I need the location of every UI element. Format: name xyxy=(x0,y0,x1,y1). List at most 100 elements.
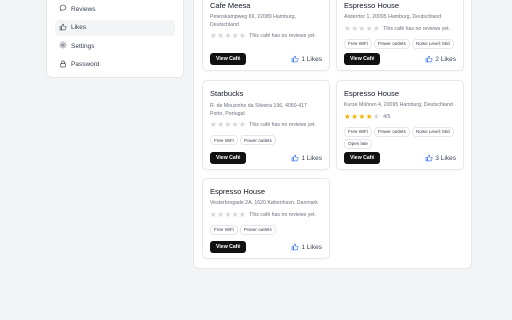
cafe-card: Espresso House Kurze Mühren 4, 20095 Ham… xyxy=(336,80,464,170)
star-icon: ★ xyxy=(365,23,373,33)
like-button[interactable]: 1 Likes xyxy=(291,154,322,162)
star-icon: ★ xyxy=(224,209,232,219)
view-cafe-button[interactable]: View Café xyxy=(344,152,381,164)
sidebar-item-label: Password xyxy=(71,61,100,68)
like-button[interactable]: 3 Likes xyxy=(425,154,456,162)
star-icon: ★ xyxy=(358,23,366,33)
star-icon: ★ xyxy=(372,23,380,33)
rating-row: ★ ★ ★ ★ ★ This café has no reviews yet. xyxy=(210,211,322,219)
rating-text: 4/5 xyxy=(383,113,391,120)
sidebar-item-reviews[interactable]: Reviews xyxy=(55,1,175,17)
thumbs-up-icon xyxy=(292,243,299,251)
rating-text: This café has no reviews yet. xyxy=(249,33,317,40)
cafe-address: Alsterrtor 1, 20095 Hamburg, Deutschland xyxy=(344,14,442,20)
likes-count: 1 Likes xyxy=(301,154,322,162)
thumbs-up-icon xyxy=(292,154,299,162)
star-icon: ★ xyxy=(217,209,224,219)
view-cafe-button[interactable]: View Café xyxy=(210,152,247,164)
cafe-card: Espresso House Alsterrtor 1, 20095 Hambu… xyxy=(336,0,464,71)
star-icon: ★ xyxy=(210,31,217,41)
star-icon: ★ xyxy=(351,23,358,33)
likes-count: 1 Likes xyxy=(301,55,322,63)
star-icon: ★ xyxy=(358,111,366,121)
star-icon: ★ xyxy=(231,31,239,41)
rating-row: ★ ★ ★ ★ ★ This café has no reviews yet. xyxy=(210,32,322,40)
star-icon: ★ xyxy=(344,23,351,33)
rating-row: ★ ★ ★ ★ ★ 4/5 xyxy=(344,113,456,121)
star-icon: ★ xyxy=(231,209,239,219)
tag: Open late xyxy=(344,138,372,149)
view-cafe-button[interactable]: View Café xyxy=(210,53,247,65)
likes-count: 1 Likes xyxy=(301,243,322,251)
sidebar-item-password[interactable]: Password xyxy=(55,57,175,73)
star-icon: ★ xyxy=(344,111,351,121)
cafe-name: Espresso House xyxy=(344,1,400,10)
tag: Noise Level: Mid xyxy=(411,38,454,49)
likes-count: 3 Likes xyxy=(435,154,456,162)
rating-text: This café has no reviews yet. xyxy=(383,25,451,32)
star-icon: ★ xyxy=(365,111,373,121)
tag: Free WiFi xyxy=(344,38,372,49)
account-sidebar: Reviews Likes Settings Password xyxy=(46,0,184,78)
tag: Free WiFi xyxy=(210,135,238,146)
cafe-card: Cafe Meesa Peterskampweg 69, 22089 Hambu… xyxy=(202,0,330,71)
sidebar-item-label: Reviews xyxy=(71,5,96,13)
card-footer: View Café 3 Likes xyxy=(344,152,456,164)
card-footer: View Café 1 Likes xyxy=(210,152,322,164)
star-icon: ★ xyxy=(238,209,246,219)
tag: Power outlets xyxy=(373,38,410,49)
like-button[interactable]: 2 Likes xyxy=(425,55,456,63)
star-icon: ★ xyxy=(372,111,380,121)
thumbs-up-icon xyxy=(292,55,299,63)
likes-count: 2 Likes xyxy=(435,55,456,63)
lock-icon xyxy=(59,60,71,70)
cafe-address: Peterskampweg 69, 22089 Hamburg, Deutsch… xyxy=(210,14,296,28)
tag-list: Free WiFi Power outlets Noise Level: Mid xyxy=(344,38,456,49)
star-icon: ★ xyxy=(238,31,246,41)
tag: Noise Level: Mid xyxy=(411,126,454,137)
view-cafe-button[interactable]: View Café xyxy=(344,53,381,65)
cafe-card: Starbucks R. de Mouzinho da Silveira 196… xyxy=(202,80,330,170)
rating-row: ★ ★ ★ ★ ★ This café has no reviews yet. xyxy=(344,25,456,33)
view-cafe-button[interactable]: View Café xyxy=(210,241,247,253)
tag: Free WiFi xyxy=(210,224,238,235)
star-icon: ★ xyxy=(217,31,224,41)
chat-bubble-icon xyxy=(59,4,71,14)
gear-icon xyxy=(59,41,71,51)
rating-text: This café has no reviews yet. xyxy=(249,122,317,129)
star-icon: ★ xyxy=(217,120,224,130)
star-icon: ★ xyxy=(351,111,358,121)
tag: Free WiFi xyxy=(344,126,372,137)
cafe-address: Vesterbrogade 2A, 1620 København, Danmar… xyxy=(210,200,318,206)
like-button[interactable]: 1 Likes xyxy=(291,55,322,63)
sidebar-item-likes[interactable]: Likes xyxy=(55,19,175,36)
tag: Power outlets xyxy=(373,126,410,137)
like-button[interactable]: 1 Likes xyxy=(291,243,322,251)
sidebar-item-label: Likes xyxy=(71,24,87,31)
star-icon: ★ xyxy=(210,209,217,219)
cafe-name: Espresso House xyxy=(210,187,266,196)
tag-list: Free WiFi Power outlets xyxy=(210,224,322,235)
cafe-name: Starbucks xyxy=(210,89,244,98)
card-footer: View Café 2 Likes xyxy=(344,53,456,65)
cafe-card: Espresso House Vesterbrogade 2A, 1620 Kø… xyxy=(202,178,330,259)
rating-row: ★ ★ ★ ★ ★ This café has no reviews yet. xyxy=(210,121,322,129)
tag-list: Free WiFi Power outlets Noise Level: Mid… xyxy=(344,126,456,149)
thumbs-up-icon xyxy=(426,55,433,63)
tag-list: Free WiFi Power outlets xyxy=(210,135,322,146)
cafe-name: Cafe Meesa xyxy=(210,1,251,10)
rating-text: This café has no reviews yet. xyxy=(249,211,317,218)
card-footer: View Café 1 Likes xyxy=(210,241,322,253)
tag: Power outlets xyxy=(239,224,276,235)
star-icon: ★ xyxy=(224,120,232,130)
cafe-address: R. de Mouzinho da Silveira 196, 4050-417… xyxy=(210,103,307,117)
card-footer: View Café 1 Likes xyxy=(210,53,322,65)
tag: Power outlets xyxy=(239,135,276,146)
thumbs-up-icon xyxy=(426,154,433,162)
star-icon: ★ xyxy=(231,120,239,130)
cafe-address: Kurze Mühren 4, 20095 Hamburg, Deutschla… xyxy=(344,102,453,108)
star-icon: ★ xyxy=(238,120,246,130)
sidebar-item-settings[interactable]: Settings xyxy=(55,38,175,54)
star-icon: ★ xyxy=(224,31,232,41)
cafe-name: Espresso House xyxy=(344,89,400,98)
